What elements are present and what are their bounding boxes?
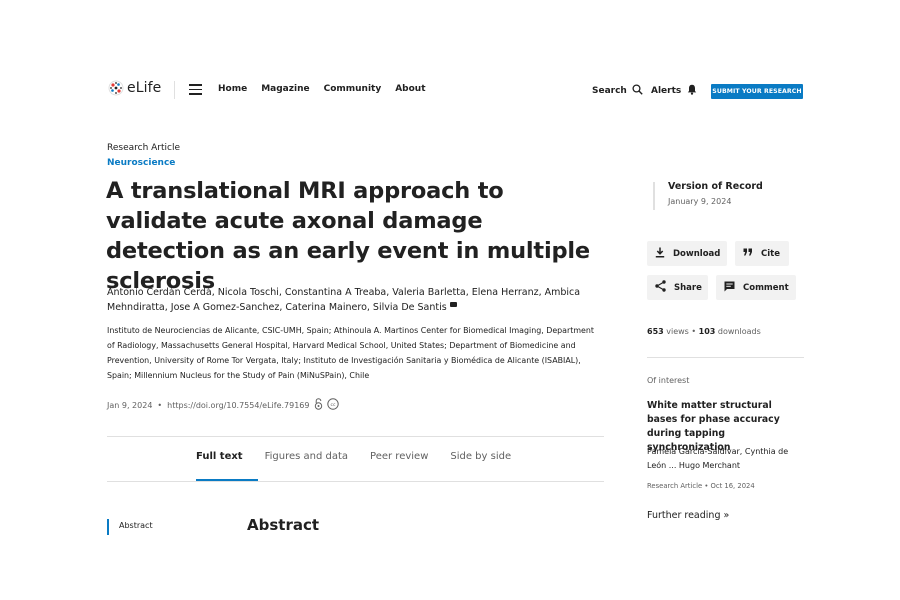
nav-home[interactable]: Home [218,84,247,94]
nav-community[interactable]: Community [324,84,382,94]
of-interest-label: Of interest [647,376,690,385]
site-header: eLife Home Magazine Community About Sear… [0,0,900,120]
related-article-meta: Research Article • Oct 16, 2024 [647,482,755,490]
nav-magazine[interactable]: Magazine [261,84,309,94]
tab-side-by-side[interactable]: Side by side [450,451,511,462]
logo-text: eLife [127,80,162,96]
related-article-date: Oct 16, 2024 [710,482,755,490]
author-list: Antonio Cerdán Cerdá, Nicola Toschi, Con… [107,285,587,315]
tabs-top-divider [107,436,604,437]
article-tabs: Full text Figures and data Peer review S… [196,451,533,462]
page-title: A translational MRI approach to validate… [106,178,590,294]
abstract-heading: Abstract [247,516,320,534]
download-button[interactable]: Download [647,241,727,266]
elife-logo-icon [108,80,124,96]
article-metrics: 653 views • 103 downloads [647,327,761,336]
share-icon [655,280,666,295]
hamburger-menu-icon[interactable] [189,84,202,95]
toc-active-indicator [107,519,109,535]
quote-icon [743,248,753,259]
cite-label: Cite [761,248,780,259]
search-icon [632,84,643,98]
header-divider [174,81,175,99]
downloads-label: downloads [717,327,761,336]
article-meta: Jan 9, 2024 • https://doi.org/10.7554/eL… [107,398,340,412]
further-reading-link[interactable]: Further reading » [647,510,729,521]
related-article-authors: Pamela Garcia-Saldivar, Cynthia de León … [647,447,789,470]
submit-research-button[interactable]: SUBMIT YOUR RESEARCH [711,84,803,99]
version-of-record-title: Version of Record [668,181,763,192]
download-icon [655,247,665,261]
subject-link[interactable]: Neuroscience [107,158,175,168]
tab-figures-and-data[interactable]: Figures and data [265,451,348,462]
views-label: views [666,327,689,336]
tab-full-text[interactable]: Full text [196,451,243,462]
open-access-icon [314,398,323,412]
search-button[interactable]: Search [592,84,643,98]
article-type: Research Article [107,143,181,153]
share-label: Share [674,282,702,293]
views-count: 653 [647,327,664,336]
download-label: Download [673,248,721,259]
creative-commons-icon: cc [327,398,340,412]
meta-separator: • [157,400,163,410]
sidebar-divider [647,357,804,358]
tabs-bottom-divider [107,481,604,482]
mail-icon[interactable] [449,302,457,307]
main-nav: Home Magazine Community About [218,84,426,94]
svg-text:cc: cc [331,403,336,408]
comment-label: Comment [743,282,789,293]
elife-logo[interactable]: eLife [108,80,161,96]
comment-button[interactable]: Comment [716,275,796,300]
search-label: Search [592,86,627,96]
bell-icon [687,84,697,98]
downloads-count: 103 [698,327,716,336]
cite-button[interactable]: Cite [735,241,789,266]
publish-date: Jan 9, 2024 [107,400,153,410]
affiliations: Instituto de Neurociencias de Alicante, … [107,326,594,380]
alerts-button[interactable]: Alerts [651,84,697,98]
tab-peer-review[interactable]: Peer review [370,451,428,462]
comment-icon [724,281,735,295]
authors-text[interactable]: Antonio Cerdán Cerdá, Nicola Toschi, Con… [107,287,580,313]
vor-indicator [653,182,655,210]
share-button[interactable]: Share [647,275,708,300]
metrics-separator: • [691,327,699,336]
nav-about[interactable]: About [395,84,425,94]
toc-item-abstract[interactable]: Abstract [119,521,153,530]
version-of-record-date: January 9, 2024 [668,197,732,206]
related-article-type: Research Article [647,482,703,490]
alerts-label: Alerts [651,86,682,96]
doi-link[interactable]: https://doi.org/10.7554/eLife.79169 [167,401,309,410]
